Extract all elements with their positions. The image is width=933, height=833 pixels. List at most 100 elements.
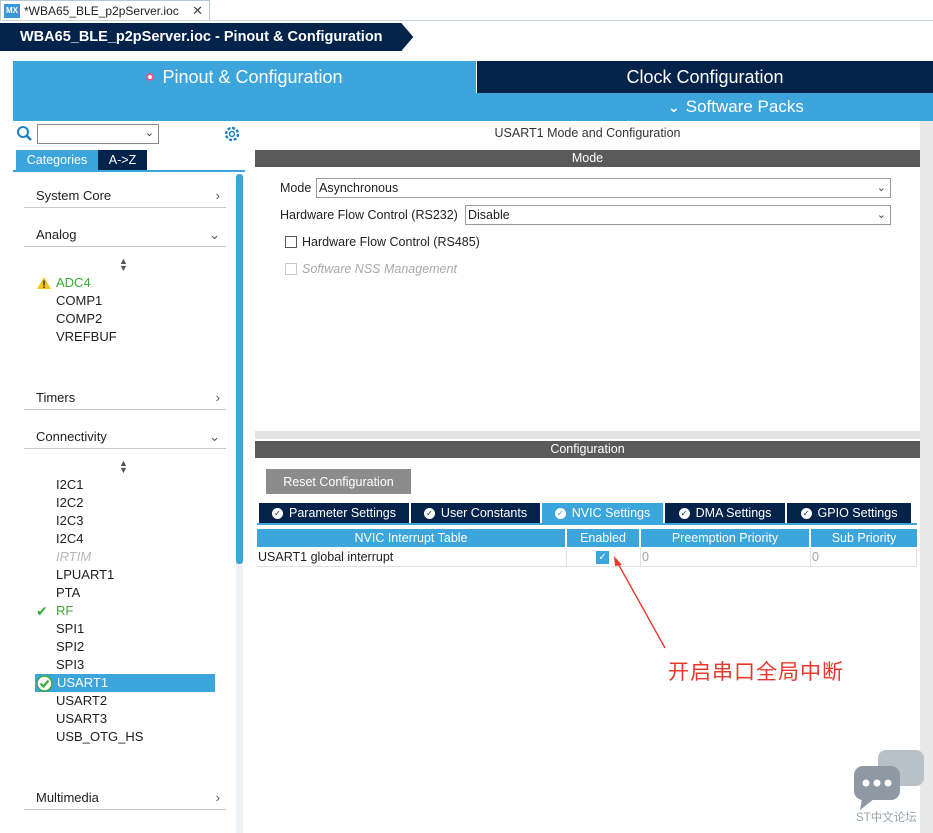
active-dot-icon xyxy=(146,73,155,81)
peripheral-spi1[interactable]: SPI1 xyxy=(56,620,84,638)
peripheral-adc4[interactable]: ADC4 xyxy=(56,274,91,292)
tab-categories[interactable]: Categories xyxy=(16,150,98,170)
software-packs-menu[interactable]: ⌄ Software Packs xyxy=(668,93,804,121)
breadcrumb-arrow-icon xyxy=(398,23,415,51)
tab-parameter-settings[interactable]: ✓ Parameter Settings xyxy=(259,503,409,523)
tab-underline xyxy=(257,523,917,525)
check-circle-icon: ✓ xyxy=(800,507,812,519)
check-circle-icon: ✓ xyxy=(678,507,690,519)
tab-label: NVIC Settings xyxy=(571,506,651,520)
chevron-down-icon[interactable]: ⌄ xyxy=(145,126,154,139)
tab-gpio-settings[interactable]: ✓ GPIO Settings xyxy=(787,503,911,523)
mode-label: Mode xyxy=(280,181,312,195)
column-header-enabled[interactable]: Enabled xyxy=(567,529,639,547)
chevron-down-icon: ⌄ xyxy=(209,428,220,444)
chevron-down-icon: ⌄ xyxy=(209,226,220,242)
category-label: Analog xyxy=(36,227,77,242)
hfc-rs232-select[interactable]: Disable ⌄ xyxy=(465,205,891,225)
peripheral-usb-otg-hs[interactable]: USB_OTG_HS xyxy=(56,728,143,746)
gear-icon[interactable] xyxy=(223,125,241,143)
peripheral-usart2[interactable]: USART2 xyxy=(56,692,107,710)
search-icon[interactable] xyxy=(16,125,33,142)
file-tab-label: *WBA65_BLE_p2pServer.ioc xyxy=(24,3,179,18)
search-input[interactable]: ⌄ xyxy=(37,124,159,144)
check-circle-icon: ✓ xyxy=(554,507,566,519)
chevron-down-icon: ⌄ xyxy=(668,98,680,115)
tab-label: DMA Settings xyxy=(695,506,772,520)
software-packs-label: Software Packs xyxy=(685,97,804,116)
right-scrollbar[interactable] xyxy=(920,121,933,833)
tab-strip-divider xyxy=(0,20,933,21)
peripheral-comp2[interactable]: COMP2 xyxy=(56,310,102,328)
peripheral-i2c2[interactable]: I2C2 xyxy=(56,494,83,512)
category-label: Multimedia xyxy=(36,790,99,805)
tab-a-to-z[interactable]: A->Z xyxy=(98,150,147,170)
peripheral-spi3[interactable]: SPI3 xyxy=(56,656,84,674)
peripheral-comp1[interactable]: COMP1 xyxy=(56,292,102,310)
chevron-down-icon: ⌄ xyxy=(876,182,886,194)
category-analog[interactable]: Analog ⌄ xyxy=(24,223,226,247)
column-header-preemption[interactable]: Preemption Priority xyxy=(641,529,809,547)
category-multimedia[interactable]: Multimedia › xyxy=(24,786,226,810)
check-icon: ✔ xyxy=(36,603,48,619)
tab-user-constants[interactable]: ✓ User Constants xyxy=(411,503,540,523)
peripheral-i2c1[interactable]: I2C1 xyxy=(56,476,83,494)
tab-label: User Constants xyxy=(440,506,528,520)
sort-icon[interactable]: ▲ ▼ xyxy=(119,459,128,475)
scrollbar-thumb[interactable] xyxy=(236,174,243,564)
sort-icon[interactable]: ▲ ▼ xyxy=(119,257,128,273)
tab-pinout-configuration[interactable]: Pinout & Configuration xyxy=(13,61,476,93)
breadcrumb[interactable]: WBA65_BLE_p2pServer.ioc - Pinout & Confi… xyxy=(0,23,400,51)
chevron-down-icon: ⌄ xyxy=(876,209,886,221)
panel-divider[interactable] xyxy=(255,431,920,439)
annotation-arrow-icon xyxy=(614,556,666,649)
peripheral-i2c4[interactable]: I2C4 xyxy=(56,530,83,548)
category-connectivity[interactable]: Connectivity ⌄ xyxy=(24,425,226,449)
reset-configuration-button[interactable]: Reset Configuration xyxy=(266,469,411,494)
warning-icon xyxy=(37,277,51,289)
peripheral-spi2[interactable]: SPI2 xyxy=(56,638,84,656)
peripheral-usart3[interactable]: USART3 xyxy=(56,710,107,728)
check-circle-icon: ✓ xyxy=(423,507,435,519)
hfc-rs232-value: Disable xyxy=(468,208,510,222)
column-header-nvic-table[interactable]: NVIC Interrupt Table xyxy=(257,529,565,547)
tab-dma-settings[interactable]: ✓ DMA Settings xyxy=(665,503,785,523)
peripheral-lpuart1[interactable]: LPUART1 xyxy=(56,566,114,584)
peripheral-pta[interactable]: PTA xyxy=(56,584,80,602)
category-system-core[interactable]: System Core › xyxy=(24,184,226,208)
tab-pinout-label: Pinout & Configuration xyxy=(162,66,343,87)
column-header-sub-priority[interactable]: Sub Priority xyxy=(811,529,917,547)
configuration-section-header: Configuration xyxy=(255,441,920,458)
peripheral-vrefbuf[interactable]: VREFBUF xyxy=(56,328,117,346)
category-label: Timers xyxy=(36,390,76,405)
table-cell-sub-priority[interactable]: 0 xyxy=(811,548,917,567)
close-icon[interactable]: ✕ xyxy=(192,3,203,19)
tab-underline xyxy=(13,170,245,172)
peripheral-rf[interactable]: RF xyxy=(56,602,73,620)
chevron-right-icon: › xyxy=(215,790,220,805)
annotation-text: 开启串口全局中断 xyxy=(668,661,844,684)
mode-value: Asynchronous xyxy=(319,181,399,195)
software-nss-label: Software NSS Management xyxy=(302,262,457,276)
chevron-right-icon: › xyxy=(215,188,220,203)
hfc-rs485-label: Hardware Flow Control (RS485) xyxy=(302,235,480,249)
hfc-rs232-label: Hardware Flow Control (RS232) xyxy=(280,208,458,222)
watermark-text: ST中文论坛 xyxy=(856,812,917,824)
peripheral-irtim: IRTIM xyxy=(56,549,92,564)
tab-clock-configuration[interactable]: Clock Configuration xyxy=(477,61,933,93)
tab-nvic-settings[interactable]: ✓ NVIC Settings xyxy=(542,503,663,523)
panel-title: USART1 Mode and Configuration xyxy=(494,126,681,140)
category-timers[interactable]: Timers › xyxy=(24,386,226,410)
tab-clock-label: Clock Configuration xyxy=(626,66,784,87)
mode-select[interactable]: Asynchronous ⌄ xyxy=(316,178,891,198)
software-nss-checkbox xyxy=(285,263,297,275)
check-circle-icon xyxy=(36,675,53,692)
peripheral-i2c3[interactable]: I2C3 xyxy=(56,512,83,530)
hfc-rs485-checkbox[interactable] xyxy=(285,236,297,248)
category-label: Connectivity xyxy=(36,429,107,444)
file-tab[interactable]: MX *WBA65_BLE_p2pServer.ioc ✕ xyxy=(0,0,210,20)
mx-app-icon: MX xyxy=(4,3,20,18)
check-circle-icon: ✓ xyxy=(272,507,283,519)
peripheral-usart1[interactable]: USART1 xyxy=(57,674,108,692)
mode-section-header: Mode xyxy=(255,150,920,167)
